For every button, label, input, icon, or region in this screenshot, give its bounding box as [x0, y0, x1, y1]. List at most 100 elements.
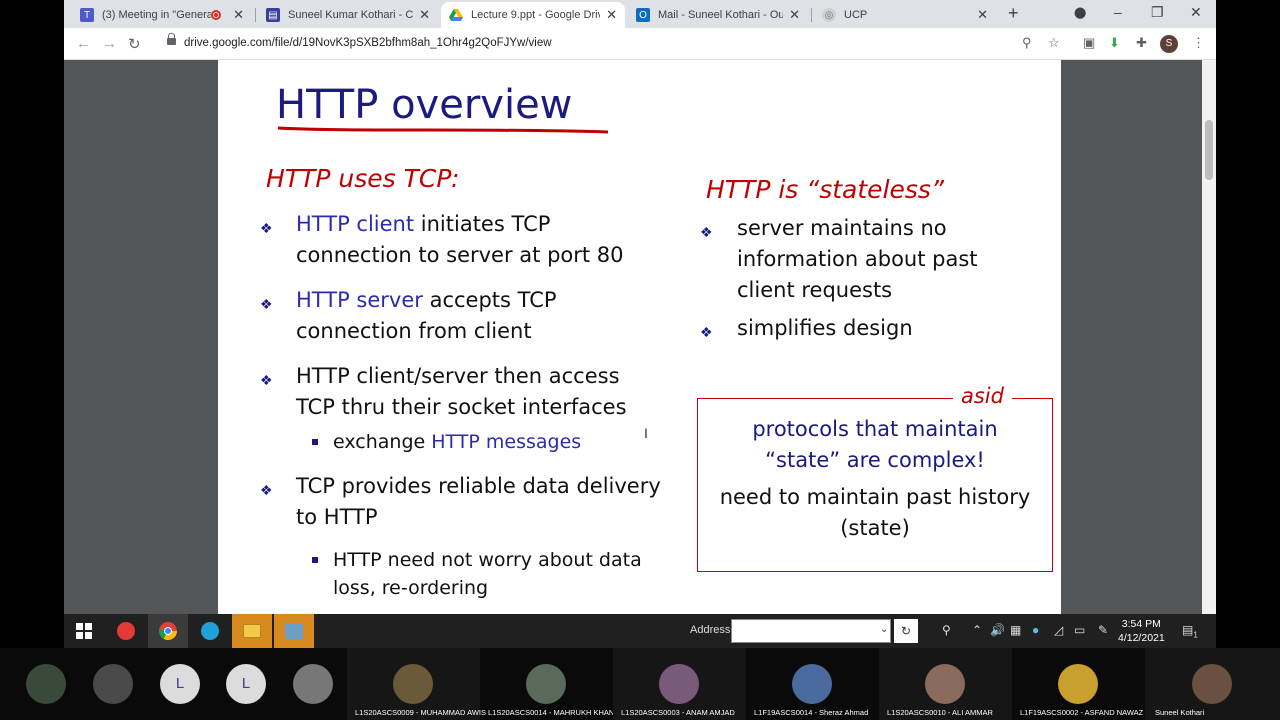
participant-name: L1S20ASCS0009 - MUHAMMAD AWIS — [355, 708, 487, 717]
address-bar[interactable]: drive.google.com/file/d/19NovK3pSXB2bfhm… — [184, 37, 552, 49]
network-icon[interactable]: ▦ — [1010, 623, 1021, 637]
taskbar-edge[interactable] — [190, 614, 230, 648]
system-clock[interactable]: 3:54 PM 4/12/2021 — [1118, 617, 1165, 645]
participant-avatar[interactable] — [26, 664, 66, 704]
participant-tile[interactable]: L1S20ASCS0014 - MAHRUKH KHAN — [480, 648, 614, 720]
address-toolbar-label: Address — [690, 624, 731, 636]
taskbar-app-red[interactable] — [106, 614, 146, 648]
bullet-reliable-delivery: TCP provides reliable data delivery to H… — [296, 471, 661, 533]
restore-button[interactable]: ❐ — [1151, 4, 1164, 21]
participant-tile[interactable]: Suneel Kothari — [1145, 648, 1280, 720]
bullet-text: HTTP client/server then access — [296, 364, 620, 388]
participant-avatar[interactable] — [293, 664, 333, 704]
taskbar-chrome[interactable] — [148, 614, 188, 648]
participant-avatar[interactable]: L — [226, 664, 266, 704]
bookmark-star-icon[interactable]: ☆ — [1048, 35, 1060, 51]
pen-icon[interactable]: ✎ — [1098, 623, 1108, 637]
close-tab-icon[interactable]: ✕ — [789, 7, 800, 23]
network-app-icon — [285, 623, 303, 639]
participant-avatar[interactable] — [93, 664, 133, 704]
profile-avatar[interactable]: S — [1160, 35, 1178, 53]
browser-window: T (3) Meeting in "General" ✕ ▤ Suneel Ku… — [64, 0, 1216, 648]
participant-avatar — [1192, 664, 1232, 704]
scrollbar-thumb[interactable] — [1205, 120, 1213, 180]
participant-tile[interactable]: L1S20ASCS0009 - MUHAMMAD AWIS — [347, 648, 486, 720]
participant-tile[interactable]: L1S20ASCS0003 - ANAM AMJAD — [613, 648, 746, 720]
address-go-button[interactable]: ↻ — [894, 619, 918, 643]
bullet-http-server: HTTP server accepts TCP connection from … — [296, 285, 557, 347]
zoom-icon[interactable]: ⚲ — [1022, 35, 1032, 51]
extensions-icon[interactable]: ✚ — [1136, 35, 1147, 51]
notification-icon[interactable]: ▤1 — [1182, 623, 1198, 639]
recording-icon — [211, 10, 222, 20]
sub-bullet-text: exchange — [333, 431, 432, 453]
sub-bullet-blue-text: HTTP messages — [431, 431, 582, 453]
wifi-icon[interactable]: ◿ — [1054, 623, 1063, 637]
text-cursor-icon: I — [644, 425, 648, 441]
close-tab-icon[interactable]: ✕ — [233, 7, 244, 23]
close-tab-icon[interactable]: ✕ — [977, 7, 988, 23]
participant-name: L1F19ASCS0002 - ASFAND NAWAZ — [1020, 708, 1144, 717]
participant-tile[interactable]: L1F19ASCS0014 - Sheraz Ahmad — [746, 648, 879, 720]
aside-complex-text: protocols that maintain “state” are comp… — [697, 414, 1053, 476]
facebook-extension-icon[interactable]: ▣ — [1083, 35, 1095, 51]
participant-name: Suneel Kothari — [1155, 708, 1205, 717]
aside-label: asid — [953, 384, 1012, 408]
tab-title: Mail - Suneel Kothari - Outlook — [658, 9, 784, 21]
tab-teams-meeting[interactable]: T (3) Meeting in "General" ✕ — [72, 2, 252, 28]
reload-icon[interactable]: ↻ — [128, 35, 141, 53]
start-button[interactable] — [64, 614, 104, 648]
tab-outlook-mail[interactable]: O Mail - Suneel Kothari - Outlook ✕ — [628, 2, 808, 28]
right-heading: HTTP is “stateless” — [706, 175, 944, 204]
bullet-blue-text: HTTP server — [296, 288, 423, 312]
bullet-diamond-icon: ❖ — [700, 224, 713, 240]
battery-icon[interactable]: ▭ — [1074, 623, 1085, 637]
bullet-text: to HTTP — [296, 505, 378, 529]
menu-icon[interactable]: ⋮ — [1192, 35, 1205, 51]
bullet-text: client requests — [737, 278, 893, 302]
tab-ccn[interactable]: ▤ Suneel Kumar Kothari - CCN ✕ — [258, 2, 438, 28]
browser-toolbar: ← → ↻ drive.google.com/file/d/19NovK3pSX… — [64, 28, 1216, 60]
bullet-text: accepts TCP — [422, 288, 557, 312]
bullet-text: information about past — [737, 247, 978, 271]
participant-name: L1S20ASCS0003 - ANAM AMJAD — [621, 708, 735, 717]
address-toolbar-input[interactable]: ⌄ — [731, 619, 891, 643]
participant-group-compact: L L — [0, 648, 347, 720]
tab-ucp[interactable]: ◎ UCP ✕ — [814, 2, 996, 28]
vpn-icon[interactable]: ● — [1032, 623, 1039, 637]
download-extension-icon[interactable]: ⬇ — [1109, 35, 1120, 51]
sub-bullet-data-loss: HTTP need not worry about data loss, re-… — [333, 546, 642, 602]
tab-search-icon[interactable]: ⬤ — [1074, 6, 1086, 19]
volume-icon[interactable]: 🔊 — [990, 623, 1005, 637]
back-icon[interactable]: ← — [76, 35, 91, 52]
people-icon[interactable]: ⚲ — [942, 623, 951, 637]
minimize-button[interactable]: – — [1114, 4, 1122, 20]
viewer-scrollbar[interactable] — [1202, 60, 1216, 614]
taskbar-file-explorer[interactable] — [232, 614, 272, 648]
participants-strip: L L L1S20ASCS0009 - MUHAMMAD AWIS L1S20A… — [0, 648, 1280, 720]
sub-bullet-http-messages: exchange HTTP messages — [333, 428, 581, 456]
participant-avatar[interactable]: L — [160, 664, 200, 704]
tab-lecture-9[interactable]: Lecture 9.ppt - Google Drive ✕ — [441, 2, 625, 28]
aside-text: (state) — [840, 516, 910, 540]
close-tab-icon[interactable]: ✕ — [606, 7, 617, 23]
tab-divider — [255, 8, 256, 22]
chrome-icon — [159, 622, 177, 641]
bullet-diamond-icon: ❖ — [260, 482, 273, 498]
document-viewer: HTTP overview HTTP uses TCP: ❖ HTTP clie… — [64, 60, 1216, 614]
participant-name: L1F19ASCS0014 - Sheraz Ahmad — [754, 708, 869, 717]
globe-icon: ◎ — [822, 8, 836, 22]
bullet-text: server maintains no — [737, 216, 947, 240]
participant-tile[interactable]: L1S20ASCS0010 - ALI AMMAR — [879, 648, 1012, 720]
taskbar-app-network[interactable] — [274, 614, 314, 648]
close-tab-icon[interactable]: ✕ — [419, 7, 430, 23]
participant-tile[interactable]: L1F19ASCS0002 - ASFAND NAWAZ — [1012, 648, 1145, 720]
title-underline — [277, 126, 609, 134]
chevron-down-icon[interactable]: ⌄ — [880, 624, 888, 635]
tray-chevron-up-icon[interactable]: ⌃ — [972, 623, 982, 637]
new-tab-button[interactable]: + — [1008, 3, 1019, 24]
forward-icon[interactable]: → — [102, 35, 117, 52]
tab-title: Lecture 9.ppt - Google Drive — [471, 9, 601, 21]
close-window-button[interactable]: ✕ — [1190, 4, 1202, 21]
participant-avatar — [925, 664, 965, 704]
